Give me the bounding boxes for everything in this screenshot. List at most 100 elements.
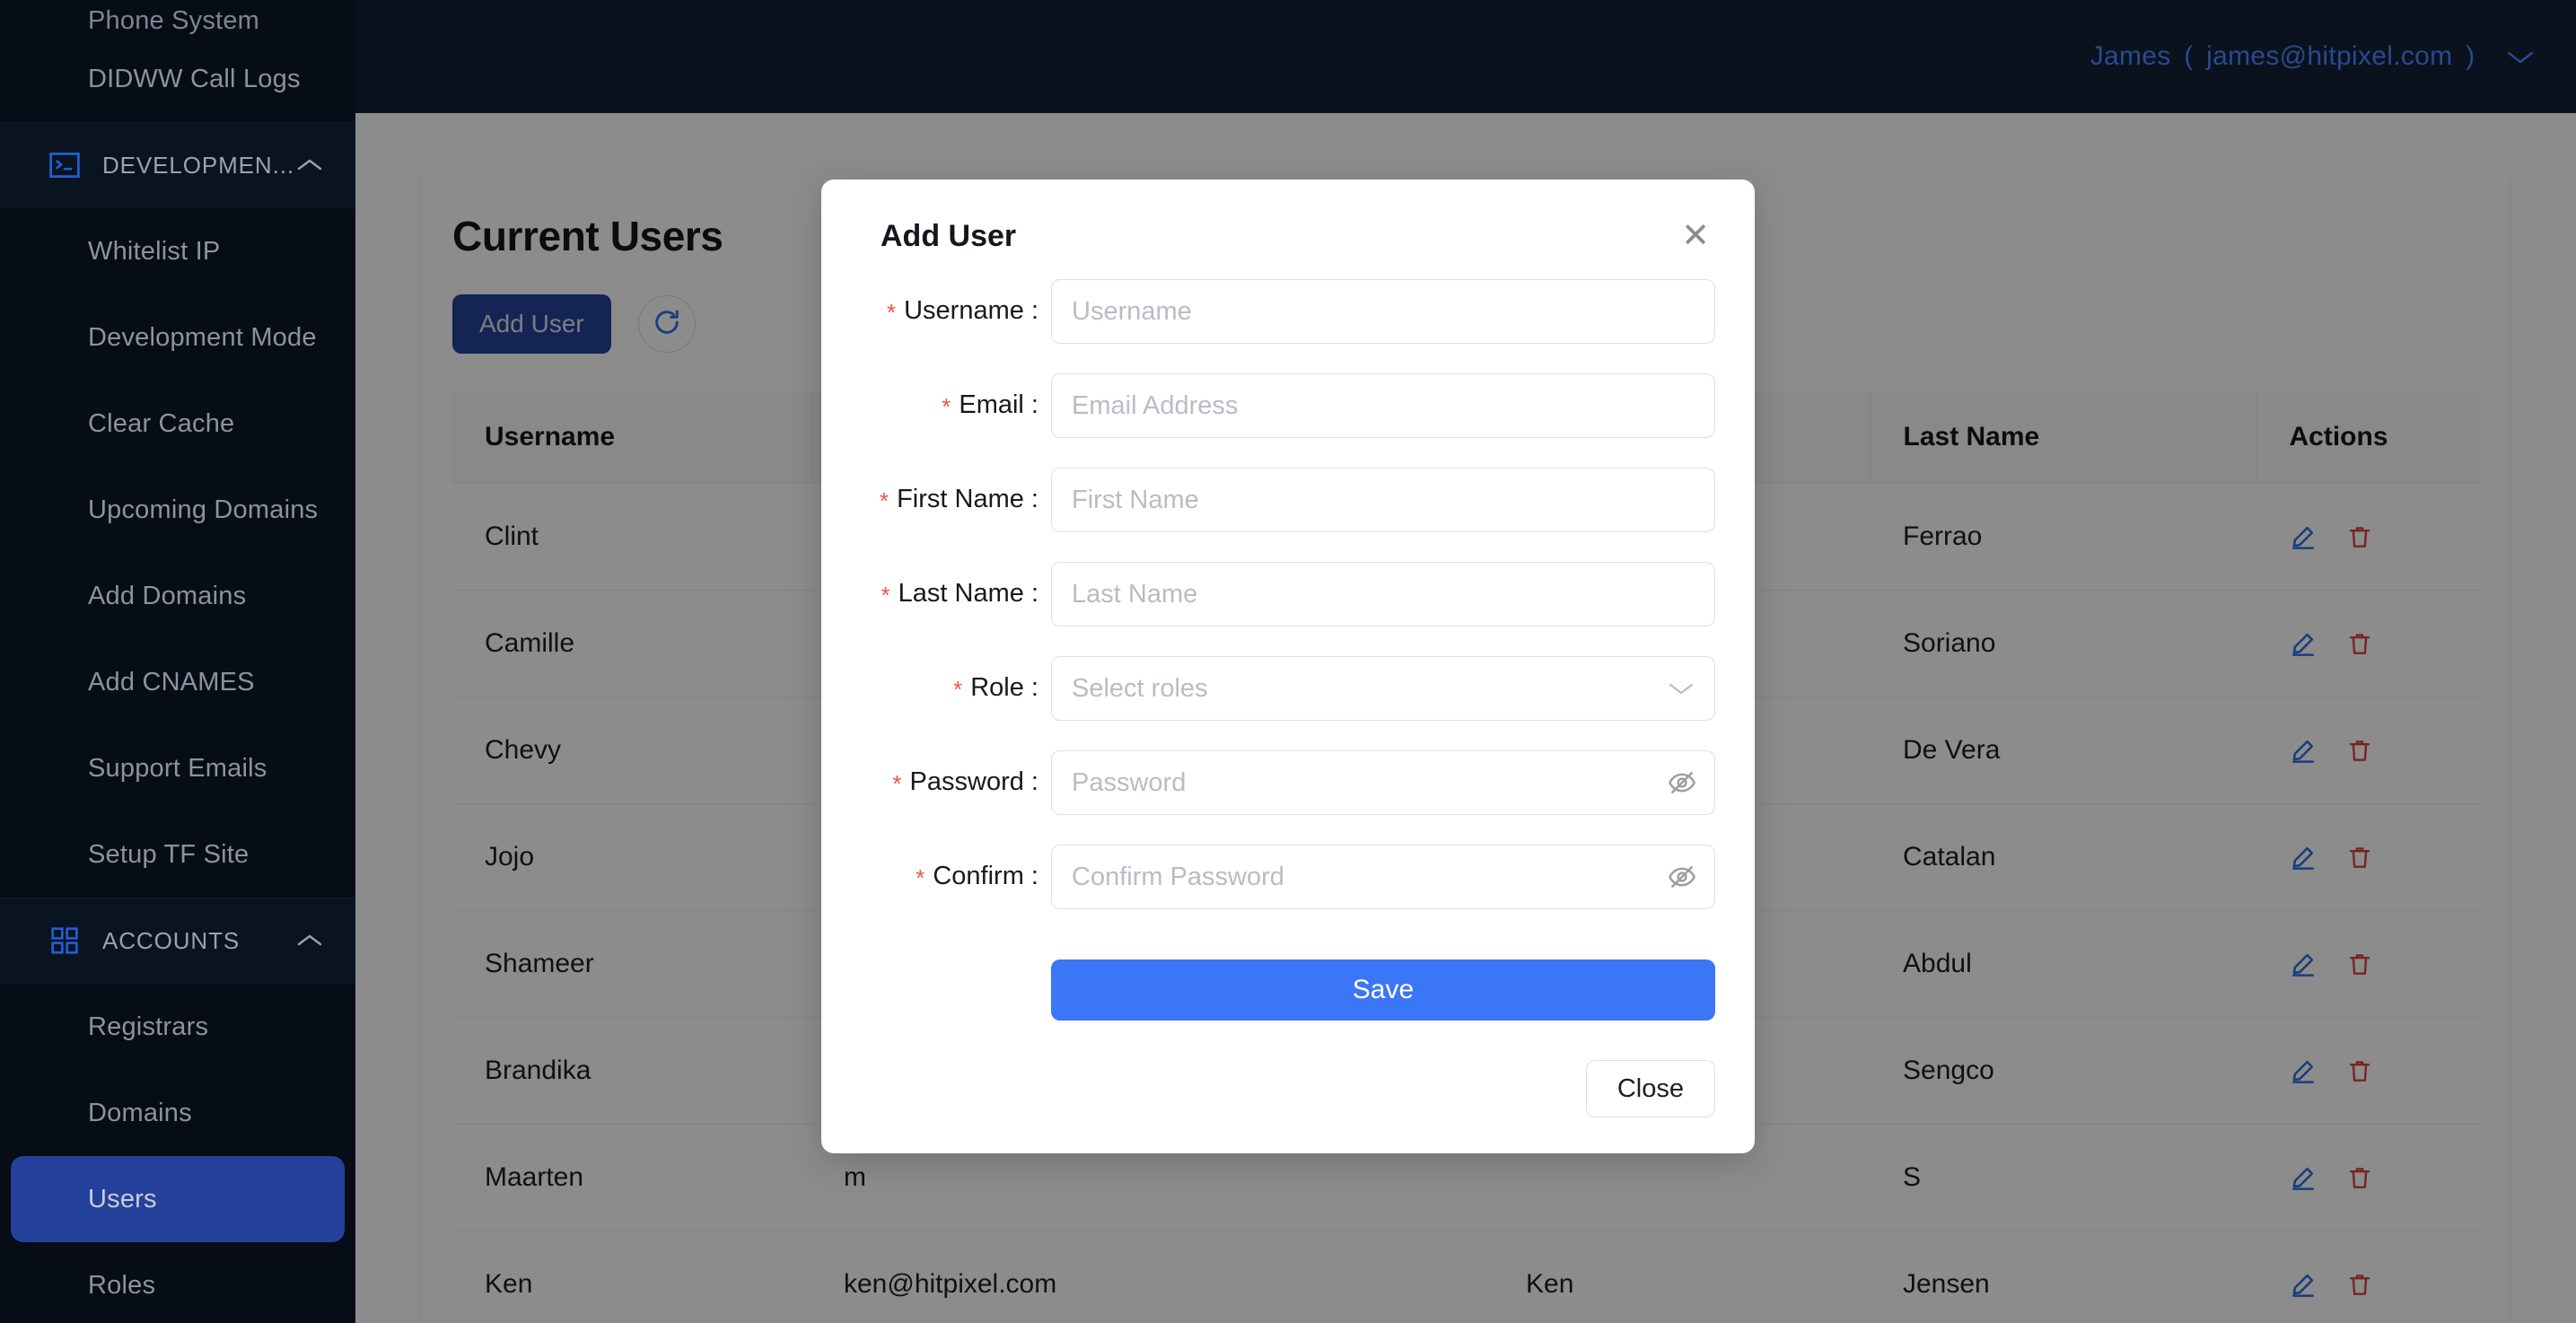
- field-label-text: Confirm :: [933, 862, 1038, 890]
- sidebar-group-accounts[interactable]: ACCOUNTS: [0, 898, 355, 984]
- modal-footer: Close: [861, 1060, 1715, 1117]
- form-row-username-field: * Username :: [861, 279, 1715, 344]
- sidebar-group-label: ACCOUNTS: [102, 926, 241, 954]
- chevron-down-icon[interactable]: [2506, 48, 2535, 66]
- eye-invisible-icon[interactable]: [1667, 862, 1697, 892]
- sidebar-item-label: Development Mode: [88, 322, 317, 352]
- paren-open: (: [2184, 41, 2194, 71]
- save-button[interactable]: Save: [1051, 959, 1715, 1021]
- close-button[interactable]: Close: [1585, 1060, 1715, 1117]
- select-placeholder: Select roles: [1072, 673, 1208, 703]
- required-asterisk: *: [886, 299, 897, 326]
- sidebar-item-clear-cache[interactable]: Clear Cache: [0, 381, 355, 467]
- form-row-first-name-field: * First Name :: [861, 468, 1715, 532]
- form-row-role-select: * Role : Select roles: [861, 656, 1715, 721]
- sidebar-item-label: Add CNAMES: [88, 667, 255, 697]
- control-role-select: Select roles: [1051, 656, 1715, 721]
- sidebar-item-label: Clear Cache: [88, 408, 235, 438]
- sidebar-item-support-emails[interactable]: Support Emails: [0, 725, 355, 811]
- sidebar-item-roles[interactable]: Roles: [0, 1242, 355, 1323]
- control-last-name-field: [1051, 562, 1715, 626]
- form-row-email-field: * Email :: [861, 373, 1715, 438]
- sidebar-item-add-domains[interactable]: Add Domains: [0, 553, 355, 639]
- account-menu[interactable]: James ( james@hitpixel.com ): [2090, 41, 2535, 72]
- sidebar-item-registrars[interactable]: Registrars: [0, 984, 355, 1070]
- paren-close: ): [2466, 41, 2475, 71]
- field-label-text: Last Name :: [898, 579, 1038, 608]
- username-field[interactable]: [1051, 279, 1715, 344]
- control-password-field: [1051, 750, 1715, 815]
- sidebar-item-label: Whitelist IP: [88, 236, 221, 266]
- required-asterisk: *: [879, 487, 889, 514]
- sidebar-item-whitelist-ip[interactable]: Whitelist IP: [0, 208, 355, 294]
- sidebar-item-label: Roles: [88, 1270, 156, 1300]
- confirm-password-field[interactable]: [1051, 845, 1715, 909]
- sidebar-group-development-items: Whitelist IP Development Mode Clear Cach…: [0, 208, 355, 898]
- control-email-field: [1051, 373, 1715, 438]
- account-name: James: [2090, 41, 2171, 71]
- required-asterisk: *: [881, 582, 890, 609]
- grid-icon: [47, 923, 83, 959]
- first-name-field[interactable]: [1051, 468, 1715, 532]
- password-field[interactable]: [1051, 750, 1715, 815]
- sidebar-item-didww-call-logs[interactable]: DIDWW Call Logs: [0, 36, 355, 122]
- label-email-field: * Email :: [861, 390, 1051, 421]
- field-label-text: Password :: [909, 767, 1038, 796]
- form-row-password-field: * Password :: [861, 750, 1715, 815]
- sidebar-item-add-cnames[interactable]: Add CNAMES: [0, 639, 355, 725]
- sidebar-item-users[interactable]: Users: [11, 1156, 345, 1242]
- sidebar-item-upcoming-domains[interactable]: Upcoming Domains: [0, 467, 355, 553]
- field-label-text: Role :: [970, 673, 1038, 702]
- email-field[interactable]: [1051, 373, 1715, 438]
- add-user-modal: Add User ✕ * Username : * Email : * First Nam…: [821, 180, 1755, 1153]
- form-row-last-name-field: * Last Name :: [861, 562, 1715, 626]
- sidebar-item-label: Phone System: [88, 6, 259, 35]
- label-password-field: * Password :: [861, 767, 1051, 798]
- label-username-field: * Username :: [861, 296, 1051, 327]
- required-asterisk: *: [892, 770, 902, 797]
- modal-header: Add User ✕: [861, 219, 1715, 254]
- sidebar-item-development-mode[interactable]: Development Mode: [0, 294, 355, 381]
- sidebar-item-phone-system[interactable]: Phone System: [0, 0, 355, 36]
- field-label-text: Username :: [904, 296, 1038, 325]
- eye-invisible-icon[interactable]: [1667, 767, 1697, 798]
- sidebar-item-domains[interactable]: Domains: [0, 1070, 355, 1156]
- control-username-field: [1051, 279, 1715, 344]
- label-last-name-field: * Last Name :: [861, 579, 1051, 609]
- sidebar-group-label: DEVELOPMEN...: [102, 151, 294, 179]
- modal-title: Add User: [881, 219, 1017, 253]
- role-select[interactable]: Select roles: [1051, 656, 1715, 721]
- label-confirm-password-field: * Confirm :: [861, 862, 1051, 892]
- sidebar-item-label: DIDWW Call Logs: [88, 64, 301, 93]
- sidebar-item-label: Support Emails: [88, 753, 267, 783]
- field-label-text: First Name :: [897, 485, 1038, 513]
- last-name-field[interactable]: [1051, 562, 1715, 626]
- control-confirm-password-field: [1051, 845, 1715, 909]
- sidebar-item-label: Domains: [88, 1098, 192, 1127]
- required-asterisk: *: [942, 393, 951, 420]
- sidebar-item-label: Registrars: [88, 1012, 209, 1041]
- required-asterisk: *: [916, 864, 925, 891]
- label-role-select: * Role :: [861, 673, 1051, 704]
- chevron-up-icon[interactable]: [294, 925, 325, 956]
- sidebar-group-accounts-items: Registrars Domains Users Roles: [0, 984, 355, 1323]
- label-first-name-field: * First Name :: [861, 485, 1051, 515]
- sidebar: Phone System DIDWW Call Logs DEVELOPMEN.…: [0, 0, 355, 1323]
- add-user-form: * Username : * Email : * First Name : * Last Na…: [861, 279, 1715, 909]
- field-label-text: Email :: [959, 390, 1038, 419]
- sidebar-item-label: Add Domains: [88, 581, 247, 610]
- sidebar-item-label: Setup TF Site: [88, 839, 250, 869]
- sidebar-group-development[interactable]: DEVELOPMEN...: [0, 122, 355, 208]
- sidebar-item-label: Upcoming Domains: [88, 495, 319, 524]
- required-asterisk: *: [953, 676, 963, 703]
- chevron-down-icon[interactable]: [1668, 680, 1695, 697]
- account-email: james@hitpixel.com: [2206, 41, 2453, 71]
- close-x-icon[interactable]: ✕: [1676, 219, 1715, 253]
- sidebar-item-setup-tf-site[interactable]: Setup TF Site: [0, 811, 355, 898]
- control-first-name-field: [1051, 468, 1715, 532]
- top-bar: James ( james@hitpixel.com ): [355, 0, 2576, 113]
- terminal-icon: [47, 147, 83, 183]
- chevron-up-icon[interactable]: [294, 150, 325, 180]
- form-row-confirm-password-field: * Confirm :: [861, 845, 1715, 909]
- sidebar-item-label: Users: [88, 1184, 157, 1213]
